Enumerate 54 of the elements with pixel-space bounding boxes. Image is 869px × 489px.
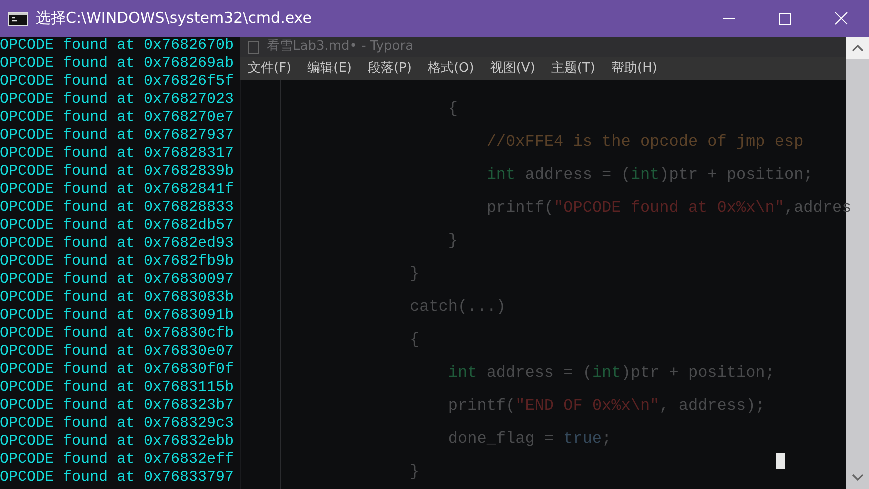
console-line: OPCODE found at 0x76830e07 (0, 343, 234, 361)
console-line: OPCODE found at 0x7682db57 (0, 217, 234, 235)
console-line: OPCODE found at 0x768270e7 (0, 109, 234, 127)
console-line: OPCODE found at 0x7683091b (0, 307, 234, 325)
console-line: OPCODE found at 0x7683115b (0, 379, 234, 397)
menu-item[interactable]: 格式(O) (428, 57, 474, 80)
console-line: OPCODE found at 0x76832eff (0, 451, 234, 469)
text-cursor (776, 453, 785, 469)
menu-item[interactable]: 帮助(H) (612, 57, 658, 80)
console-line: OPCODE found at 0x7683083b (0, 289, 234, 307)
menu-item[interactable]: 段落(P) (368, 57, 412, 80)
code-line: { (410, 330, 420, 351)
code-line: catch(...) (410, 297, 506, 318)
console-line: OPCODE found at 0x7682839b (0, 163, 234, 181)
console-line: OPCODE found at 0x7682ed93 (0, 235, 234, 253)
chevron-down-icon (852, 474, 864, 482)
console-line: OPCODE found at 0x768323b7 (0, 397, 234, 415)
code-line: //0xFFE4 is the opcode of jmp esp (486, 132, 804, 153)
console-line: OPCODE found at 0x76826f5f (0, 73, 234, 91)
document-icon (248, 40, 259, 54)
code-line: } (410, 264, 420, 285)
minimize-icon (723, 18, 735, 20)
code-line: printf("END OF 0x%x\n", address); (447, 396, 766, 417)
chevron-up-icon (852, 44, 864, 52)
menu-item[interactable]: 主题(T) (551, 57, 596, 80)
console-line: OPCODE found at 0x76827937 (0, 127, 234, 145)
code-line: int address = (int)ptr + position; (486, 165, 814, 186)
console-line: OPCODE found at 0x76832ebb (0, 433, 234, 451)
console-line: OPCODE found at 0x76828833 (0, 199, 234, 217)
code-line: } (410, 462, 420, 483)
maximize-icon (779, 12, 791, 24)
console-line: OPCODE found at 0x76828317 (0, 145, 234, 163)
code-line: { (447, 99, 458, 120)
menu-item[interactable]: 文件(F) (248, 57, 292, 80)
console-line: OPCODE found at 0x76830f0f (0, 361, 234, 379)
scroll-up-button[interactable] (846, 37, 869, 59)
code-line: done_flag = true; (447, 429, 612, 450)
console-line: OPCODE found at 0x7682670b (0, 37, 234, 55)
console-line: OPCODE found at 0x7682841f (0, 181, 234, 199)
menu-item[interactable]: 视图(V) (490, 57, 536, 80)
code-line: } (447, 231, 458, 252)
console-line: OPCODE found at 0x7682fb9b (0, 253, 234, 271)
console-line: OPCODE found at 0x76833797 (0, 469, 234, 487)
console-line: OPCODE found at 0x768329c3 (0, 415, 234, 433)
close-icon (834, 12, 848, 25)
console-line: OPCODE found at 0x76827023 (0, 91, 234, 109)
console-line: OPCODE found at 0x768269ab (0, 55, 234, 73)
window-title: 选择C:\WINDOWS\system32\cmd.exe (36, 8, 313, 30)
terminal-icon (8, 12, 28, 26)
console-line: OPCODE found at 0x76830cfb (0, 325, 234, 343)
code-line: int address = (int)ptr + position; (447, 363, 775, 384)
menu-item[interactable]: 编辑(E) (308, 57, 352, 80)
editor-window-title: 看雪Lab3.md• - Typora (267, 38, 414, 56)
console-line: OPCODE found at 0x76830097 (0, 271, 234, 289)
